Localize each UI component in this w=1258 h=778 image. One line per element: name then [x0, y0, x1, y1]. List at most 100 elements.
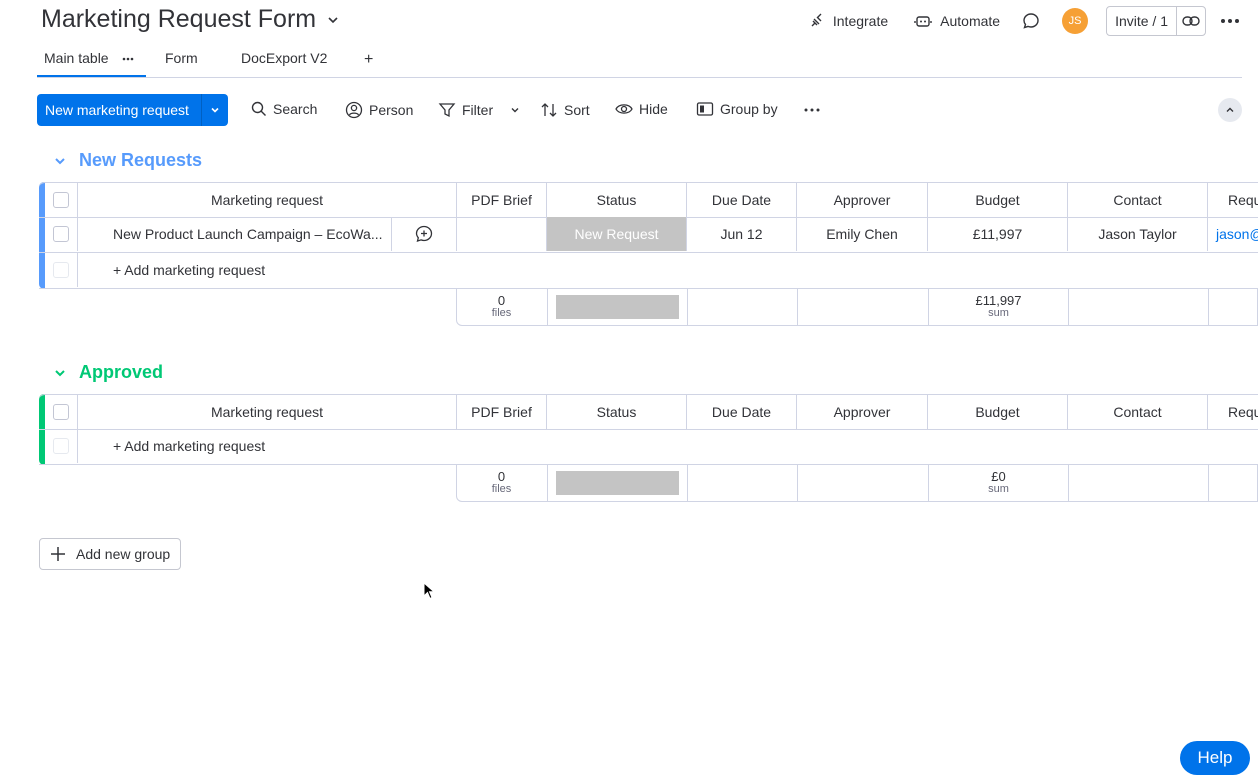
add-view-button[interactable]: + — [364, 51, 373, 69]
new-item-label: New marketing request — [45, 102, 189, 118]
add-new-group-button[interactable]: Add new group — [39, 538, 181, 570]
chevron-down-icon[interactable] — [53, 154, 67, 168]
column-header-contact[interactable]: Contact — [1067, 183, 1207, 217]
column-header-requester[interactable]: Requ — [1207, 395, 1258, 429]
column-header-marketing-request[interactable]: Marketing request — [77, 183, 456, 217]
item-name[interactable]: New Product Launch Campaign – EcoWa... — [113, 226, 383, 242]
status-summary[interactable] — [547, 465, 687, 501]
column-header-contact[interactable]: Contact — [1067, 395, 1207, 429]
due-date-value: Jun 12 — [720, 226, 763, 242]
search-icon — [251, 101, 266, 116]
table-row[interactable]: New Product Launch Campaign – EcoWa... N… — [39, 217, 1258, 253]
sort-label: Sort — [564, 102, 590, 118]
add-update-icon[interactable] — [415, 225, 433, 243]
tab-docexport[interactable]: DocExport V2 — [241, 50, 327, 66]
column-header-marketing-request[interactable]: Marketing request — [77, 395, 456, 429]
column-header-pdf-brief[interactable]: PDF Brief — [456, 183, 546, 217]
tab-main-table[interactable]: Main table — [44, 50, 109, 66]
sort-button[interactable]: Sort — [540, 101, 590, 119]
approver-cell[interactable]: Emily Chen — [796, 217, 927, 251]
select-all-checkbox[interactable] — [53, 192, 69, 208]
comment-icon[interactable] — [1022, 12, 1040, 30]
budget-summary[interactable]: £11,997 sum — [928, 289, 1068, 325]
tab-form[interactable]: Form — [165, 50, 198, 66]
column-header-budget[interactable]: Budget — [927, 183, 1067, 217]
contact-summary — [1068, 465, 1208, 501]
group-title[interactable]: New Requests — [79, 150, 202, 171]
new-item-button[interactable]: New marketing request — [37, 94, 228, 126]
column-header-due-date[interactable]: Due Date — [686, 183, 796, 217]
person-filter-button[interactable]: Person — [345, 101, 413, 119]
sum-label: sum — [988, 307, 1009, 319]
new-item-dropdown[interactable] — [201, 94, 228, 126]
column-header-requester[interactable]: Requ — [1207, 183, 1258, 217]
requester-email-link[interactable]: jason@ — [1216, 226, 1258, 242]
column-header-budget[interactable]: Budget — [927, 395, 1067, 429]
due-date-summary — [687, 465, 797, 501]
add-item-row[interactable]: + Add marketing request — [39, 429, 1258, 465]
chevron-up-icon — [1226, 107, 1234, 112]
help-button[interactable]: Help — [1180, 741, 1250, 775]
add-item-cell[interactable]: + Add marketing request — [77, 253, 1258, 287]
column-label: Status — [596, 192, 637, 208]
add-item-row[interactable]: + Add marketing request — [39, 253, 1258, 289]
add-row-checkbox — [53, 438, 69, 454]
row-checkbox[interactable] — [53, 226, 69, 242]
automate-button[interactable]: Automate — [914, 13, 1000, 29]
board-title[interactable]: Marketing Request Form — [41, 5, 340, 34]
requester-email-cell[interactable]: jason@ — [1207, 217, 1258, 251]
board-title-text: Marketing Request Form — [41, 5, 317, 33]
hide-button[interactable]: Hide — [615, 101, 668, 117]
item-name-cell[interactable]: New Product Launch Campaign – EcoWa... — [77, 217, 391, 251]
add-row-checkbox — [53, 262, 69, 278]
invite-label: Invite / 1 — [1107, 7, 1177, 35]
contact-summary — [1068, 289, 1208, 325]
column-header-status[interactable]: Status — [546, 183, 686, 217]
column-label: Marketing request — [210, 192, 324, 208]
add-item-cell[interactable]: + Add marketing request — [77, 429, 1258, 463]
status-distribution-bar[interactable] — [556, 295, 679, 319]
status-distribution-bar[interactable] — [556, 471, 679, 495]
status-cell[interactable]: New Request — [546, 217, 686, 251]
contact-cell[interactable]: Jason Taylor — [1067, 217, 1207, 251]
item-updates-cell[interactable] — [391, 217, 456, 251]
group-by-label: Group by — [720, 101, 778, 117]
search-button[interactable]: Search — [251, 101, 317, 117]
budget-summary[interactable]: £0 sum — [928, 465, 1068, 501]
sort-icon — [541, 103, 557, 117]
tab-menu-icon[interactable] — [122, 57, 134, 61]
budget-value: £11,997 — [972, 226, 1023, 242]
add-item-label[interactable]: + Add marketing request — [113, 438, 265, 454]
invite-button[interactable]: Invite / 1 — [1106, 6, 1206, 36]
column-header-approver[interactable]: Approver — [796, 395, 927, 429]
collapse-header-button[interactable] — [1218, 98, 1242, 122]
filter-button[interactable]: Filter — [438, 101, 521, 119]
chevron-down-icon[interactable] — [326, 13, 340, 27]
pdf-brief-cell[interactable] — [456, 217, 546, 251]
group-title[interactable]: Approved — [79, 362, 163, 383]
status-summary[interactable] — [547, 289, 687, 325]
integrate-button[interactable]: Integrate — [809, 13, 888, 29]
chevron-down-icon[interactable] — [53, 366, 67, 380]
column-label: Contact — [1113, 404, 1162, 420]
due-date-cell[interactable]: Jun 12 — [686, 217, 796, 251]
column-label: PDF Brief — [471, 192, 532, 208]
more-options-icon[interactable] — [1220, 18, 1240, 24]
group-header-new-requests[interactable]: New Requests — [53, 150, 202, 171]
column-header-due-date[interactable]: Due Date — [686, 395, 796, 429]
avatar[interactable]: JS — [1062, 8, 1089, 34]
column-header-pdf-brief[interactable]: PDF Brief — [456, 395, 546, 429]
budget-cell[interactable]: £11,997 — [927, 217, 1067, 251]
column-header-status[interactable]: Status — [546, 395, 686, 429]
group-by-button[interactable]: Group by — [696, 101, 778, 117]
group-summary-row: 0 files £0 sum — [456, 465, 1258, 502]
more-toolbar-icon[interactable] — [804, 108, 820, 112]
group-header-approved[interactable]: Approved — [53, 362, 163, 383]
chevron-down-icon — [211, 107, 219, 113]
chevron-down-icon[interactable] — [509, 104, 521, 116]
copy-link-button[interactable] — [1177, 7, 1205, 35]
select-all-checkbox[interactable] — [53, 404, 69, 420]
column-header-approver[interactable]: Approver — [796, 183, 927, 217]
add-item-label[interactable]: + Add marketing request — [113, 262, 265, 278]
column-label: PDF Brief — [471, 404, 532, 420]
